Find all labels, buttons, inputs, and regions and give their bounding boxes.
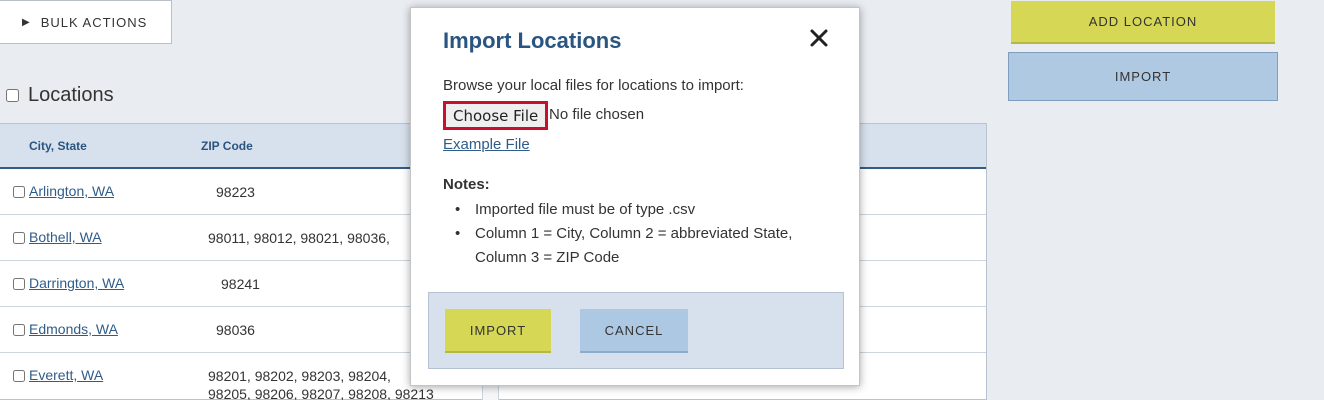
row-checkbox[interactable] <box>13 370 25 382</box>
column-header-city[interactable]: City, State <box>29 139 87 153</box>
modal-title: Import Locations <box>443 28 622 53</box>
import-button[interactable]: IMPORT <box>1008 52 1278 101</box>
city-link[interactable]: Darrington, WA <box>29 275 124 291</box>
zip-cell-continued: 98205, 98206, 98207, 98208, 98213 <box>208 386 434 400</box>
modal-footer: IMPORT CANCEL <box>428 292 844 369</box>
modal-cancel-button[interactable]: CANCEL <box>580 309 688 353</box>
locations-title: Locations <box>28 84 114 106</box>
city-link[interactable]: Everett, WA <box>29 367 103 383</box>
notes-list: Imported file must be of type .csv Colum… <box>443 198 843 270</box>
zip-cell: 98036 <box>216 322 255 338</box>
example-file-link[interactable]: Example File <box>443 136 530 153</box>
city-link[interactable]: Arlington, WA <box>29 183 114 199</box>
import-locations-modal: Import Locations Browse your local files… <box>410 7 860 386</box>
triangle-right-icon: ▶ <box>22 16 31 28</box>
zip-cell: 98011, 98012, 98021, 98036, <box>208 230 390 246</box>
row-checkbox[interactable] <box>13 278 25 290</box>
file-status: No file chosen <box>549 106 645 123</box>
city-link[interactable]: Bothell, WA <box>29 229 102 245</box>
column-header-zip[interactable]: ZIP Code <box>201 139 253 153</box>
note-item: Imported file must be of type .csv <box>443 198 843 222</box>
select-all-checkbox[interactable] <box>6 89 19 102</box>
row-checkbox[interactable] <box>13 186 25 198</box>
modal-import-button[interactable]: IMPORT <box>445 309 551 353</box>
close-icon[interactable] <box>809 28 829 48</box>
bulk-actions-label: BULK ACTIONS <box>40 14 148 30</box>
zip-cell: 98223 <box>216 184 255 200</box>
notes-label: Notes: <box>443 176 490 193</box>
note-item: Column 1 = City, Column 2 = abbreviated … <box>443 222 843 270</box>
zip-cell: 98201, 98202, 98203, 98204, <box>208 368 391 384</box>
row-checkbox[interactable] <box>13 232 25 244</box>
row-checkbox[interactable] <box>13 324 25 336</box>
city-link[interactable]: Edmonds, WA <box>29 321 118 337</box>
browse-instructions: Browse your local files for locations to… <box>443 77 744 94</box>
add-location-button[interactable]: ADD LOCATION <box>1011 1 1275 44</box>
zip-cell: 98241 <box>221 276 260 292</box>
choose-file-button[interactable]: Choose File <box>443 101 549 130</box>
locations-heading: Locations <box>6 84 114 107</box>
bulk-actions-button[interactable]: ▶ BULK ACTIONS <box>0 0 172 44</box>
